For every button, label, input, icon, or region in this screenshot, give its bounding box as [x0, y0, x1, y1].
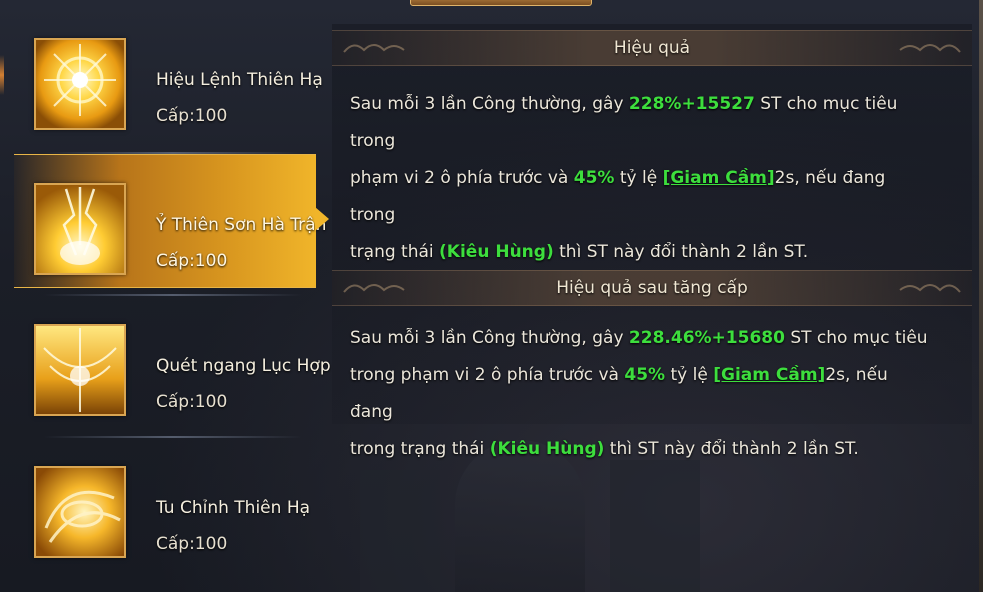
background-tower — [360, 470, 440, 592]
upgrade-title: Hiệu quả sau tăng cấp — [556, 278, 748, 298]
state-name: (Kiêu Hùng) — [489, 439, 605, 459]
golden-vortex-icon — [34, 466, 126, 558]
rate-value: 45% — [573, 168, 615, 188]
upgrade-description: Sau mỗi 3 lần Công thường, gây 228.46%+1… — [350, 328, 928, 459]
skill-name: Quét ngang Lục Hợp — [156, 356, 331, 376]
effect-title: Hiệu quả — [613, 38, 691, 58]
status-link[interactable]: [Giam Cầm] — [713, 365, 825, 385]
skill-level: Cấp:100 — [156, 392, 228, 412]
top-tab[interactable] — [410, 0, 592, 6]
effect-description: Sau mỗi 3 lần Công thường, gây 228%+1552… — [350, 94, 898, 262]
cloud-ornament-icon — [899, 44, 961, 53]
rate-value: 45% — [624, 365, 666, 385]
lightning-spear-icon — [34, 183, 126, 275]
window-border — [979, 0, 983, 592]
skill-item-3[interactable]: Quét ngang Lục Hợp Cấp:100 — [14, 296, 331, 428]
selection-pointer-icon — [315, 207, 329, 231]
skill-list: Hiệu Lệnh Thiên Hạ Cấp:100 Ỷ Thiên Sơn H… — [0, 0, 331, 592]
damage-value: 228%+15527 — [628, 94, 755, 114]
skill-name: Ỷ Thiên Sơn Hà Trận — [156, 215, 327, 235]
damage-value: 228.46%+15680 — [628, 328, 785, 348]
status-link[interactable]: [Giam Cầm] — [663, 168, 775, 188]
skill-level: Cấp:100 — [156, 251, 228, 271]
skill-item-4[interactable]: Tu Chỉnh Thiên Hạ Cấp:100 — [14, 438, 316, 570]
game-window: Hiệu Lệnh Thiên Hạ Cấp:100 Ỷ Thiên Sơn H… — [0, 0, 983, 592]
sweeping-blade-icon — [34, 324, 126, 416]
skill-name: Hiệu Lệnh Thiên Hạ — [156, 70, 323, 90]
effect-header: Hiệu quả — [332, 30, 972, 66]
radiant-burst-icon — [34, 38, 126, 130]
background-tower — [610, 460, 700, 592]
skill-level: Cấp:100 — [156, 534, 228, 554]
skill-item-2[interactable]: Ỷ Thiên Sơn Hà Trận Cấp:100 — [14, 154, 326, 288]
upgrade-header: Hiệu quả sau tăng cấp — [332, 270, 972, 306]
skill-name: Tu Chỉnh Thiên Hạ — [156, 498, 311, 518]
state-name: (Kiêu Hùng) — [439, 242, 554, 262]
skill-item-1[interactable]: Hiệu Lệnh Thiên Hạ Cấp:100 — [14, 10, 323, 142]
skill-level: Cấp:100 — [156, 106, 228, 126]
cloud-ornament-icon — [899, 284, 961, 293]
